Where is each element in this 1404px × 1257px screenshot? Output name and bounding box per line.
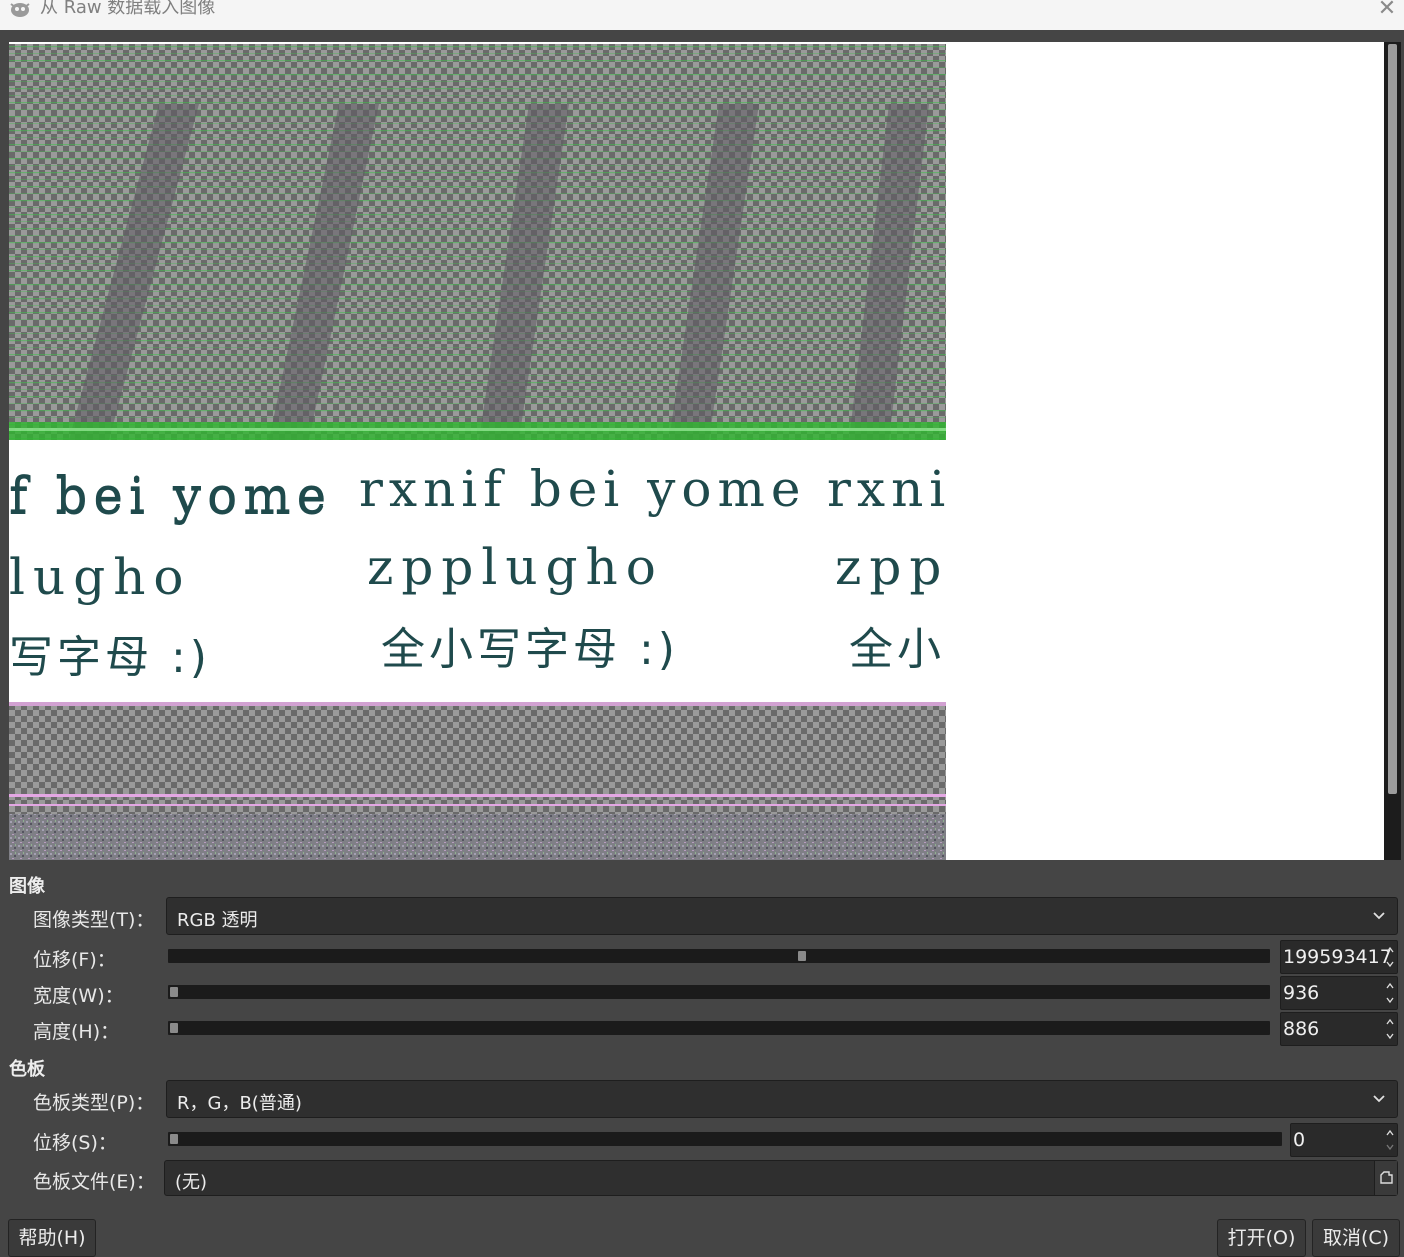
height-slider[interactable] — [168, 1021, 1270, 1035]
width-spinbox[interactable]: 936 — [1280, 976, 1398, 1010]
window-title: 从 Raw 数据载入图像 — [40, 0, 216, 18]
chevron-down-icon — [1373, 1095, 1385, 1103]
height-label: 高度(H)： — [33, 1021, 120, 1043]
spin-arrows-icon[interactable] — [1385, 1126, 1395, 1154]
palette-type-select[interactable]: R，G，B(普通) — [166, 1080, 1398, 1118]
spin-arrows-icon[interactable] — [1385, 979, 1395, 1007]
offset-spinbox[interactable]: 199593417 — [1280, 940, 1398, 974]
preview-scrollbar[interactable] — [1384, 42, 1401, 860]
image-type-select[interactable]: RGB 透明 — [166, 897, 1398, 935]
image-type-value: RGB 透明 — [177, 910, 258, 931]
handwriting-text: rxni — [827, 460, 946, 518]
offset-value: 199593417 — [1283, 946, 1392, 968]
file-browse-button[interactable] — [1374, 1161, 1397, 1195]
palette-offset-slider-handle[interactable] — [170, 1134, 178, 1144]
palette-file-value: (无) — [175, 1172, 208, 1193]
palette-type-label: 色板类型(P)： — [33, 1092, 155, 1114]
palette-offset-value: 0 — [1293, 1129, 1306, 1151]
width-value: 936 — [1283, 982, 1320, 1004]
image-type-label: 图像类型(T)： — [33, 909, 155, 931]
gimp-icon — [10, 3, 30, 17]
offset-label: 位移(F)： — [33, 949, 116, 971]
help-button[interactable]: 帮助(H) — [8, 1219, 96, 1257]
preview-panel: f bei yome f bei yome rxnif bei yome rxn… — [9, 42, 1401, 860]
width-slider-handle[interactable] — [170, 987, 178, 997]
raw-preview-image: f bei yome f bei yome rxnif bei yome rxn… — [9, 44, 946, 860]
image-section-label: 图像 — [9, 876, 45, 897]
handwriting-text: rxnif bei yome — [359, 460, 807, 518]
scrollbar-thumb[interactable] — [1388, 44, 1397, 794]
palette-file-chooser[interactable]: (无) — [164, 1160, 1398, 1196]
open-file-icon — [1380, 1171, 1393, 1184]
handwriting-text: 全小 — [849, 624, 945, 675]
palette-offset-slider[interactable] — [168, 1132, 1282, 1146]
spin-arrows-icon[interactable] — [1385, 943, 1395, 971]
handwriting-text: f bei yome — [9, 466, 332, 524]
palette-offset-label: 位移(S)： — [33, 1132, 117, 1154]
handwriting-text: 写字母 :) — [9, 632, 211, 683]
palette-offset-spinbox[interactable]: 0 — [1290, 1123, 1398, 1157]
cancel-button[interactable]: 取消(C) — [1312, 1219, 1400, 1257]
width-label: 宽度(W)： — [33, 985, 124, 1007]
title-bar: 从 Raw 数据载入图像 ✕ — [0, 0, 1404, 30]
handwriting-text: zpplugho — [367, 538, 664, 596]
offset-slider[interactable] — [168, 949, 1270, 963]
handwriting-text: lugho — [9, 548, 192, 606]
palette-type-value: R，G，B(普通) — [177, 1093, 302, 1114]
close-icon[interactable]: ✕ — [1374, 0, 1400, 24]
offset-slider-handle[interactable] — [797, 951, 806, 961]
width-slider[interactable] — [168, 985, 1270, 999]
open-button[interactable]: 打开(O) — [1217, 1219, 1306, 1257]
handwriting-text: 全小写字母 :) — [381, 624, 679, 675]
spin-arrows-icon[interactable] — [1385, 1015, 1395, 1043]
chevron-down-icon — [1373, 912, 1385, 920]
palette-section-label: 色板 — [9, 1059, 45, 1080]
height-slider-handle[interactable] — [170, 1023, 178, 1033]
height-value: 886 — [1283, 1018, 1320, 1040]
palette-file-label: 色板文件(E)： — [33, 1171, 155, 1193]
height-spinbox[interactable]: 886 — [1280, 1012, 1398, 1046]
handwriting-text: zpp — [835, 538, 946, 596]
